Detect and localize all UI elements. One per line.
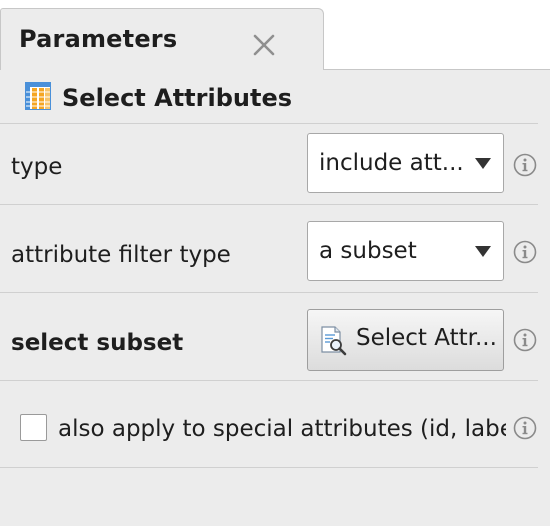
info-icon[interactable]	[513, 153, 537, 177]
param-label-select-subset: select subset	[11, 330, 184, 356]
close-icon[interactable]	[252, 33, 276, 57]
filter-type-dropdown-value: a subset	[319, 238, 417, 264]
select-attributes-button-label: Select Attr...	[356, 325, 497, 351]
divider	[0, 380, 538, 381]
table-columns-icon	[25, 82, 51, 110]
special-attributes-checkbox[interactable]	[20, 414, 47, 441]
type-dropdown-value: include att...	[319, 150, 464, 176]
divider	[0, 292, 538, 293]
operator-header: Select Attributes	[0, 70, 550, 123]
chevron-down-icon	[475, 158, 491, 169]
chevron-down-icon	[475, 246, 491, 257]
info-icon[interactable]	[513, 240, 537, 264]
info-icon[interactable]	[513, 416, 537, 440]
type-dropdown[interactable]: include att...	[307, 133, 504, 193]
param-label-type: type	[11, 154, 63, 180]
tab-title: Parameters	[19, 25, 178, 53]
parameters-body: Select Attributes type include att... at…	[0, 69, 550, 526]
select-attributes-button[interactable]: Select Attr...	[307, 309, 504, 371]
parameters-panel: Parameters Select Attributes type includ…	[0, 0, 550, 526]
tab-parameters[interactable]: Parameters	[0, 8, 324, 70]
filter-type-dropdown[interactable]: a subset	[307, 221, 504, 281]
param-label-filter-type: attribute filter type	[11, 242, 231, 268]
divider	[0, 123, 538, 124]
document-search-icon	[320, 326, 348, 356]
special-attributes-label[interactable]: also apply to special attributes (id, la…	[58, 416, 506, 442]
divider	[0, 467, 538, 468]
divider	[0, 204, 538, 205]
operator-title: Select Attributes	[62, 84, 293, 112]
info-icon[interactable]	[513, 328, 537, 352]
